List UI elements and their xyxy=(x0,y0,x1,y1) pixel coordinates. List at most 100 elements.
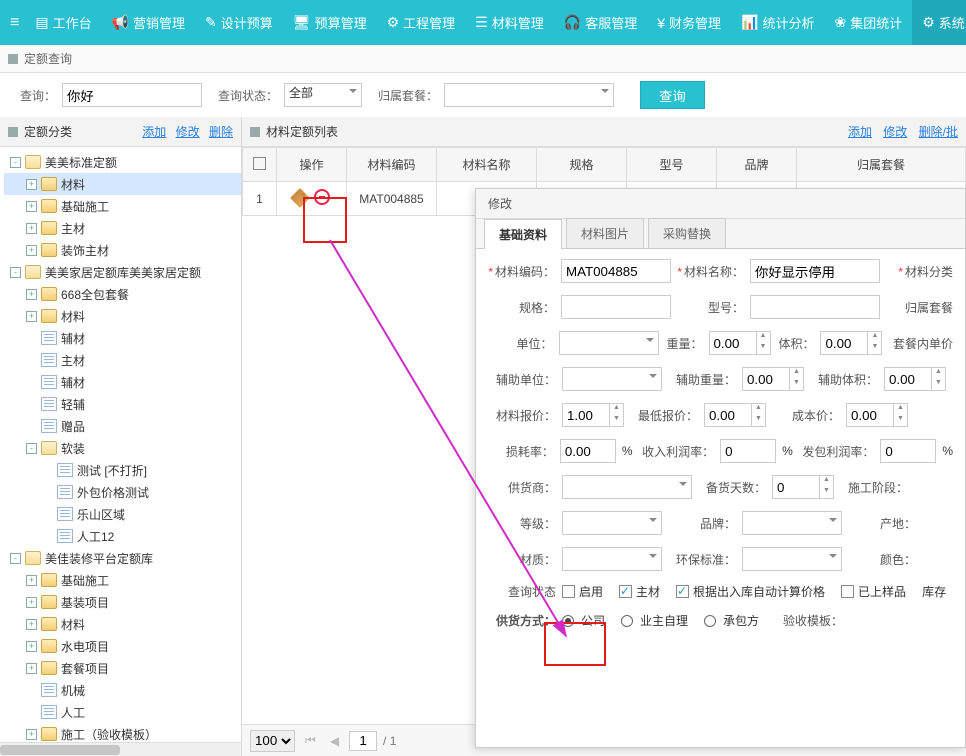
grade-select[interactable] xyxy=(562,511,662,535)
tree-node[interactable]: 乐山区域 xyxy=(4,503,241,525)
delete-item-link[interactable]: 删除/批 xyxy=(919,125,958,139)
expand-icon[interactable]: + xyxy=(26,201,37,212)
tab-images[interactable]: 材料图片 xyxy=(566,218,644,248)
spec-input[interactable] xyxy=(561,295,671,319)
tree-node[interactable]: +基础施工 xyxy=(4,195,241,217)
tree-node[interactable]: +装饰主材 xyxy=(4,239,241,261)
tree-node[interactable]: +套餐项目 xyxy=(4,657,241,679)
outmargin-input[interactable] xyxy=(880,439,936,463)
page-size-select[interactable]: 100 xyxy=(250,730,295,752)
scroll-thumb[interactable] xyxy=(0,745,120,755)
tree-node[interactable]: 机械 xyxy=(4,679,241,701)
volume-spinner[interactable]: ▲▼ xyxy=(820,331,882,355)
edit-row-icon[interactable] xyxy=(290,188,310,208)
tree-node[interactable]: -软装 xyxy=(4,437,241,459)
down-icon[interactable]: ▼ xyxy=(757,343,770,354)
aux-unit-select[interactable] xyxy=(562,367,662,391)
expand-icon[interactable]: - xyxy=(10,553,21,564)
tree-node[interactable]: +材料 xyxy=(4,305,241,327)
expand-icon[interactable]: + xyxy=(26,245,37,256)
expand-icon[interactable]: + xyxy=(26,223,37,234)
add-item-link[interactable]: 添加 xyxy=(848,125,872,139)
material-select[interactable] xyxy=(562,547,662,571)
main-material-checkbox[interactable] xyxy=(619,585,632,598)
nav-budget[interactable]: 🖥预算管理 xyxy=(283,0,377,45)
name-input[interactable] xyxy=(750,259,880,283)
tree-node[interactable]: 主材 xyxy=(4,349,241,371)
category-tree[interactable]: -美美标准定额+材料+基础施工+主材+装饰主材-美美家居定额库美美家居定额+66… xyxy=(0,147,241,742)
tree-node[interactable]: +水电项目 xyxy=(4,635,241,657)
nav-service[interactable]: 🎧客服管理 xyxy=(554,0,647,45)
supply-company-radio[interactable] xyxy=(562,615,574,627)
expand-icon[interactable]: + xyxy=(26,179,37,190)
tree-node[interactable]: -美佳装修平台定额库 xyxy=(4,547,241,569)
h-scrollbar[interactable] xyxy=(0,742,241,756)
tree-node[interactable]: +材料 xyxy=(4,173,241,195)
edit-item-link[interactable]: 修改 xyxy=(883,125,907,139)
nav-material[interactable]: ☰材料管理 xyxy=(465,0,554,45)
nav-design[interactable]: ✎设计预算 xyxy=(195,0,283,45)
aux-weight-spinner[interactable]: ▲▼ xyxy=(742,367,804,391)
tree-node[interactable]: +668全包套餐 xyxy=(4,283,241,305)
expand-icon[interactable]: + xyxy=(26,619,37,630)
tree-node[interactable]: 外包价格测试 xyxy=(4,481,241,503)
tree-node[interactable]: 辅材 xyxy=(4,371,241,393)
prev-page-icon[interactable]: ◀ xyxy=(326,734,343,748)
menu-icon[interactable]: ≡ xyxy=(10,14,19,32)
unit-select[interactable] xyxy=(559,331,659,355)
tree-node[interactable]: 辅材 xyxy=(4,327,241,349)
nav-stats[interactable]: 📊统计分析 xyxy=(731,0,824,45)
expand-icon[interactable]: + xyxy=(26,597,37,608)
up-icon[interactable]: ▲ xyxy=(757,332,770,343)
expand-icon[interactable]: - xyxy=(10,157,21,168)
tree-node[interactable]: 人工 xyxy=(4,701,241,723)
auto-price-checkbox[interactable] xyxy=(676,585,689,598)
inmargin-input[interactable] xyxy=(720,439,776,463)
supply-owner-radio[interactable] xyxy=(621,615,633,627)
expand-icon[interactable]: + xyxy=(26,729,37,740)
tree-node[interactable]: +基础施工 xyxy=(4,569,241,591)
nav-group[interactable]: ❀集团统计 xyxy=(824,0,912,45)
expand-icon[interactable]: + xyxy=(26,289,37,300)
nav-marketing[interactable]: 📢营销管理 xyxy=(102,0,195,45)
aux-volume-spinner[interactable]: ▲▼ xyxy=(884,367,946,391)
tree-node[interactable]: +主材 xyxy=(4,217,241,239)
expand-icon[interactable]: + xyxy=(26,663,37,674)
tree-node[interactable]: 轻辅 xyxy=(4,393,241,415)
brand-select[interactable] xyxy=(742,511,842,535)
tab-basic[interactable]: 基础资料 xyxy=(484,219,562,249)
tree-node[interactable]: 赠品 xyxy=(4,415,241,437)
vendor-select[interactable] xyxy=(562,475,692,499)
first-page-icon[interactable]: ⏮ xyxy=(301,733,320,748)
tree-node[interactable]: 人工12 xyxy=(4,525,241,547)
search-button[interactable]: 查询 xyxy=(640,81,705,109)
tree-node[interactable]: 测试 [不打折] xyxy=(4,459,241,481)
tree-node[interactable]: +基装项目 xyxy=(4,591,241,613)
sample-checkbox[interactable] xyxy=(841,585,854,598)
tree-node[interactable]: +材料 xyxy=(4,613,241,635)
query-input[interactable] xyxy=(62,83,202,107)
add-category-link[interactable]: 添加 xyxy=(142,125,166,139)
delete-category-link[interactable]: 删除 xyxy=(209,125,233,139)
nav-project[interactable]: ⚙工程管理 xyxy=(377,0,466,45)
package-select[interactable] xyxy=(444,83,614,107)
enable-checkbox[interactable] xyxy=(562,585,575,598)
select-all-checkbox[interactable] xyxy=(253,157,266,170)
env-select[interactable] xyxy=(742,547,842,571)
expand-icon[interactable]: + xyxy=(26,641,37,652)
tab-purchase[interactable]: 采购替换 xyxy=(648,218,726,248)
status-select[interactable]: 全部 xyxy=(284,83,362,107)
expand-icon[interactable]: + xyxy=(26,575,37,586)
tree-node[interactable]: -美美标准定额 xyxy=(4,151,241,173)
weight-spinner[interactable]: ▲▼ xyxy=(709,331,771,355)
minquote-spinner[interactable]: ▲▼ xyxy=(704,403,766,427)
code-input[interactable] xyxy=(561,259,671,283)
edit-category-link[interactable]: 修改 xyxy=(176,125,200,139)
nav-system[interactable]: ⚙系统 xyxy=(912,0,966,45)
nav-finance[interactable]: ¥财务管理 xyxy=(647,0,731,45)
quote-spinner[interactable]: ▲▼ xyxy=(562,403,624,427)
loss-input[interactable] xyxy=(560,439,616,463)
supply-contractor-radio[interactable] xyxy=(704,615,716,627)
expand-icon[interactable]: - xyxy=(26,443,37,454)
tree-node[interactable]: -美美家居定额库美美家居定额 xyxy=(4,261,241,283)
